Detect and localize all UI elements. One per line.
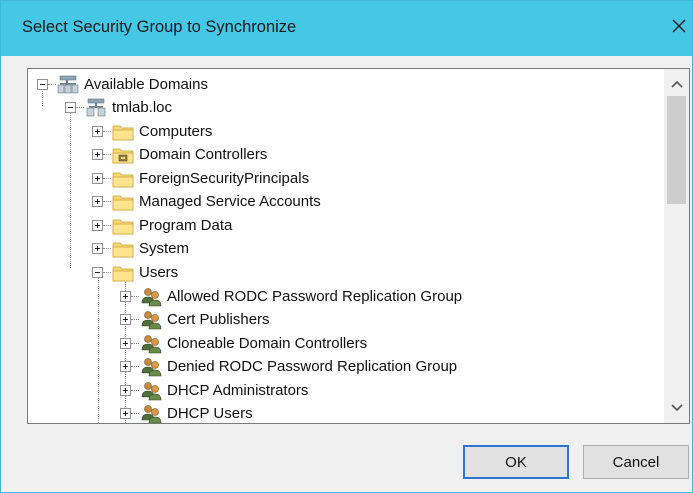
scroll-up-button[interactable] (664, 73, 689, 95)
chevron-up-icon (670, 80, 683, 88)
folder-icon (112, 219, 134, 234)
close-icon (672, 19, 686, 33)
group-icon (141, 334, 162, 353)
tree-node-label: tmlab.loc (112, 99, 173, 116)
tree-node-computers[interactable]: Computers (92, 120, 212, 143)
tree-node-program-data[interactable]: Program Data (92, 214, 232, 237)
folder-icon (112, 125, 134, 140)
tree-node-label: DHCP Users (167, 405, 253, 422)
tree-connector (131, 366, 139, 367)
group-icon (141, 287, 162, 306)
chevron-down-icon (670, 404, 683, 412)
domain-tree-view[interactable]: Available Domains tmlab.loc Computers Do… (27, 68, 690, 424)
tree-node-managed-service-accounts[interactable]: Managed Service Accounts (92, 190, 321, 213)
tree-node-label: System (139, 240, 190, 257)
tree-connector (131, 390, 139, 391)
tree-node-label: Domain Controllers (139, 146, 268, 163)
folder-icon (112, 172, 134, 187)
close-button[interactable] (666, 9, 692, 43)
tree-node-label: ForeignSecurityPrincipals (139, 170, 310, 187)
scrollbar-thumb[interactable] (667, 96, 686, 204)
expand-icon[interactable] (120, 291, 131, 302)
tree-node-domain-controllers[interactable]: Domain Controllers (92, 143, 267, 166)
vertical-scrollbar[interactable] (664, 69, 689, 423)
tree-node-group[interactable]: DHCP Administrators (120, 379, 308, 402)
tree-node-label: Cloneable Domain Controllers (167, 335, 368, 352)
scroll-down-button[interactable] (664, 397, 689, 419)
ok-button[interactable]: OK (463, 445, 569, 479)
expand-icon[interactable] (92, 173, 103, 184)
expand-icon[interactable] (120, 338, 131, 349)
group-icon (141, 310, 162, 329)
collapse-icon[interactable] (92, 267, 103, 278)
expand-icon[interactable] (92, 243, 103, 254)
tree-node-available-domains[interactable]: Available Domains (37, 73, 208, 96)
tree-connector (131, 413, 139, 414)
tree-rows: Available Domains tmlab.loc Computers Do… (28, 69, 664, 423)
tree-connector (103, 248, 111, 249)
tree-node-label: Denied RODC Password Replication Group (167, 358, 458, 375)
tree-connector (131, 319, 139, 320)
expand-icon[interactable] (92, 220, 103, 231)
collapse-icon[interactable] (65, 102, 76, 113)
tree-connector (131, 343, 139, 344)
dialog-window: Select Security Group to Synchronize Ava… (0, 0, 693, 493)
tree-connector (103, 225, 111, 226)
group-icon (141, 404, 162, 423)
domain-icon (86, 98, 106, 116)
tree-node-group[interactable]: Cloneable Domain Controllers (120, 332, 367, 355)
folder-icon (112, 266, 134, 281)
group-icon (141, 381, 162, 400)
tree-node-domain[interactable]: tmlab.loc (65, 96, 172, 119)
tree-connector (48, 84, 56, 85)
tree-guide-line (98, 277, 99, 423)
tree-node-label: Available Domains (84, 76, 208, 93)
domains-icon (57, 75, 79, 93)
tree-node-group[interactable]: Allowed RODC Password Replication Group (120, 285, 462, 308)
tree-node-group[interactable]: DHCP Users (120, 402, 253, 423)
tree-node-label: Allowed RODC Password Replication Group (167, 288, 463, 305)
expand-icon[interactable] (120, 361, 131, 372)
tree-connector (103, 154, 111, 155)
tree-node-users[interactable]: Users (92, 261, 178, 284)
collapse-icon[interactable] (37, 79, 48, 90)
expand-icon[interactable] (92, 149, 103, 160)
tree-node-label: Cert Publishers (167, 311, 270, 328)
cancel-button[interactable]: Cancel (583, 445, 689, 479)
tree-connector (103, 131, 111, 132)
tree-node-foreign-security-principals[interactable]: ForeignSecurityPrincipals (92, 167, 309, 190)
expand-icon[interactable] (120, 385, 131, 396)
window-title: Select Security Group to Synchronize (22, 18, 297, 36)
tree-connector (103, 272, 111, 273)
tree-node-label: Managed Service Accounts (139, 193, 321, 210)
expand-icon[interactable] (92, 126, 103, 137)
expand-icon[interactable] (92, 196, 103, 207)
tree-node-label: Computers (139, 123, 213, 140)
tree-node-label: DHCP Administrators (167, 382, 309, 399)
expand-icon[interactable] (120, 408, 131, 419)
tree-connector (76, 107, 84, 108)
folder-icon (112, 195, 134, 210)
tree-node-label: Users (139, 264, 179, 281)
folder-icon (112, 242, 134, 257)
tree-node-label: Program Data (139, 217, 233, 234)
group-icon (141, 357, 162, 376)
tree-connector (103, 201, 111, 202)
tree-node-system[interactable]: System (92, 237, 189, 260)
tree-guide-line (70, 112, 71, 268)
tree-node-group[interactable]: Cert Publishers (120, 308, 270, 331)
tree-connector (131, 296, 139, 297)
expand-icon[interactable] (120, 314, 131, 325)
title-bar[interactable]: Select Security Group to Synchronize (1, 1, 692, 56)
tree-node-group[interactable]: Denied RODC Password Replication Group (120, 355, 457, 378)
ou-folder-icon (112, 148, 134, 163)
tree-connector (103, 178, 111, 179)
